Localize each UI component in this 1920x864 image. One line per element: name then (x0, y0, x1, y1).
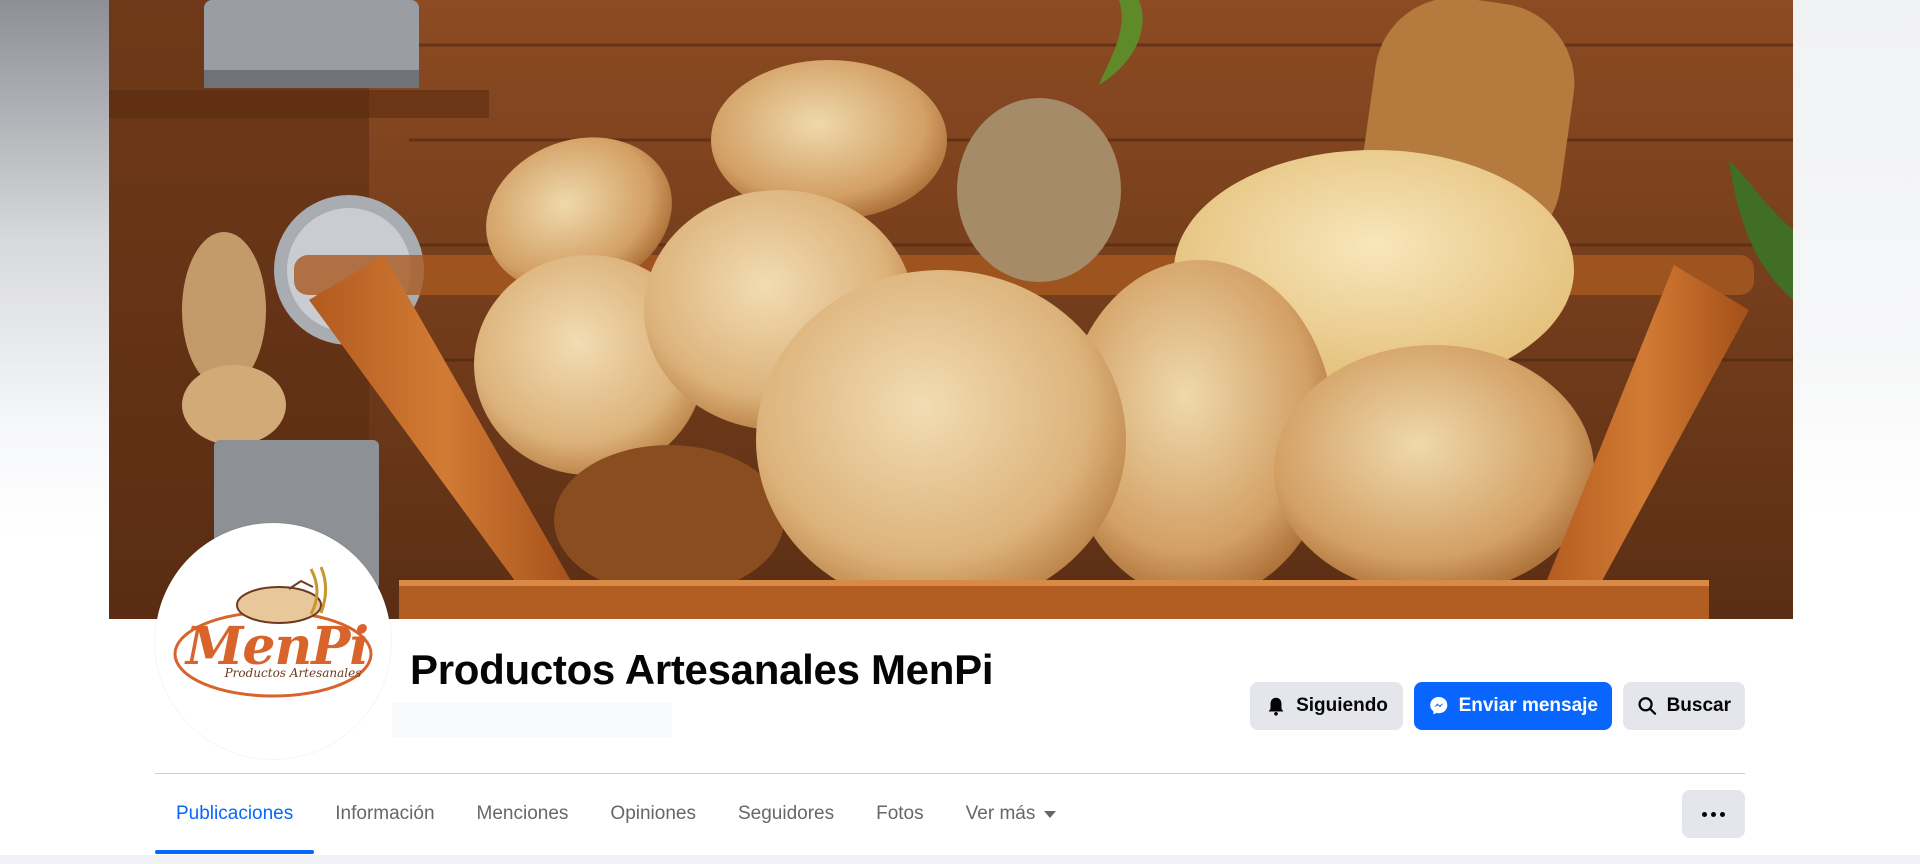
following-label: Siguiendo (1296, 695, 1388, 716)
tab-ver-mas[interactable]: Ver más (945, 788, 1078, 840)
logo-subtitle: Productos Artesanales (224, 666, 362, 680)
tab-label: Menciones (476, 803, 569, 824)
tab-opiniones[interactable]: Opiniones (589, 788, 717, 840)
search-button[interactable]: Buscar (1623, 682, 1745, 730)
tab-label: Seguidores (737, 803, 835, 824)
tab-seguidores[interactable]: Seguidores (717, 788, 855, 840)
content-area-edge (0, 855, 1920, 864)
send-message-label: Enviar mensaje (1458, 695, 1598, 716)
tab-publicaciones[interactable]: Publicaciones (155, 788, 315, 854)
page-subtitle-placeholder (392, 703, 672, 737)
page-tabs: Publicaciones Información Menciones Opin… (155, 788, 1077, 854)
messenger-icon (1430, 697, 1448, 715)
following-button[interactable]: Siguiendo (1250, 682, 1403, 730)
bell-icon (1268, 697, 1284, 716)
send-message-button[interactable]: Enviar mensaje (1414, 682, 1612, 730)
tab-menciones[interactable]: Menciones (456, 788, 590, 840)
cover-photo[interactable] (109, 0, 1793, 619)
tab-label: Opiniones (610, 803, 696, 824)
caret-down-icon (1044, 810, 1057, 818)
tab-label: Ver más (965, 803, 1036, 824)
tab-label: Publicaciones (176, 803, 294, 824)
tab-fotos[interactable]: Fotos (855, 788, 945, 840)
tab-label: Fotos (876, 803, 924, 824)
page-background-right (1793, 0, 1920, 864)
search-label: Buscar (1666, 695, 1731, 716)
search-icon (1638, 697, 1657, 715)
more-options-icon (1702, 811, 1707, 817)
tab-informacion[interactable]: Información (314, 788, 455, 840)
tab-label: Información (335, 803, 435, 824)
page-title: Productos Artesanales MenPi (410, 646, 994, 693)
more-options-button[interactable] (1682, 790, 1745, 838)
header-divider (155, 773, 1745, 774)
profile-picture[interactable]: MenPi Productos Artesanales (161, 529, 385, 753)
